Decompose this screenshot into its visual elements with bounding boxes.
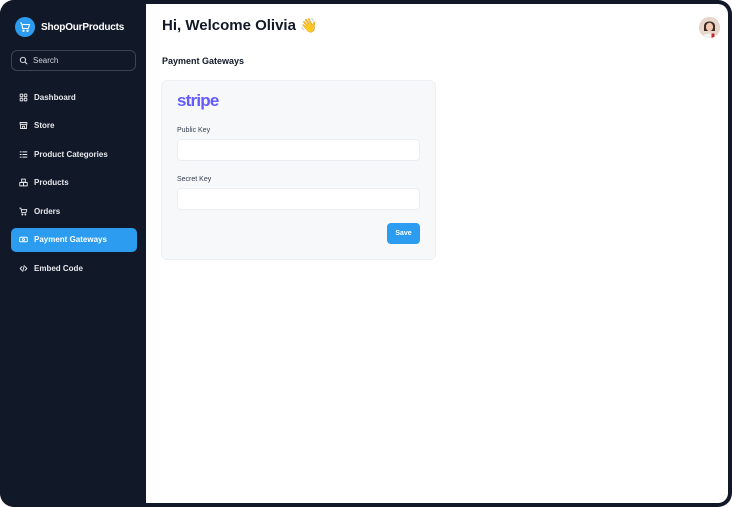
sidebar-item-embed-code[interactable]: Embed Code xyxy=(11,257,137,281)
main-content: Hi, Welcome Olivia 👋 Payment Gateways st… xyxy=(146,4,728,503)
stripe-logo: stripe xyxy=(177,91,219,110)
secret-key-label: Secret Key xyxy=(177,176,212,183)
list-icon xyxy=(19,150,28,159)
search-icon xyxy=(19,56,28,65)
greeting-text: Hi, Welcome Olivia xyxy=(162,17,296,34)
avatar[interactable] xyxy=(699,17,720,38)
sidebar-item-orders[interactable]: Orders xyxy=(11,199,137,223)
save-button[interactable]: Save xyxy=(387,223,420,244)
sidebar-nav: Dashboard Store Product Categories Produ… xyxy=(11,85,137,285)
grid-icon xyxy=(19,93,28,102)
sidebar: ShopOurProducts Dashboard xyxy=(0,0,146,507)
cart-icon xyxy=(15,17,35,37)
app-window: ShopOurProducts Dashboard xyxy=(0,0,732,507)
public-key-input[interactable] xyxy=(177,139,420,161)
sidebar-item-label: Store xyxy=(34,121,55,131)
stripe-gateway-card: stripe Public Key Secret Key Save xyxy=(161,80,436,260)
sidebar-item-store[interactable]: Store xyxy=(11,114,137,138)
section-title: Payment Gateways xyxy=(162,56,245,66)
brand[interactable]: ShopOurProducts xyxy=(15,17,124,37)
sidebar-item-products[interactable]: Products xyxy=(11,171,137,195)
wave-emoji: 👋 xyxy=(300,17,318,33)
money-icon xyxy=(19,235,28,244)
store-icon xyxy=(19,121,28,130)
brand-name: ShopOurProducts xyxy=(41,21,125,33)
sidebar-item-label: Product Categories xyxy=(34,149,108,159)
sidebar-item-product-categories[interactable]: Product Categories xyxy=(11,142,137,166)
sidebar-item-label: Orders xyxy=(34,206,61,216)
page-title: Hi, Welcome Olivia 👋 xyxy=(162,17,318,34)
sidebar-item-label: Dashboard xyxy=(34,92,76,102)
sidebar-item-label: Embed Code xyxy=(34,264,83,274)
cart-icon xyxy=(19,207,28,216)
code-icon xyxy=(19,264,28,273)
search-box[interactable] xyxy=(11,50,136,71)
sidebar-item-label: Payment Gateways xyxy=(34,235,107,245)
search-input[interactable] xyxy=(33,56,128,65)
secret-key-input[interactable] xyxy=(177,188,420,210)
sidebar-item-payment-gateways[interactable]: Payment Gateways xyxy=(11,227,137,252)
sidebar-item-dashboard[interactable]: Dashboard xyxy=(11,85,137,109)
public-key-label: Public Key xyxy=(177,127,211,134)
sidebar-item-label: Products xyxy=(34,178,69,188)
boxes-icon xyxy=(19,178,28,187)
